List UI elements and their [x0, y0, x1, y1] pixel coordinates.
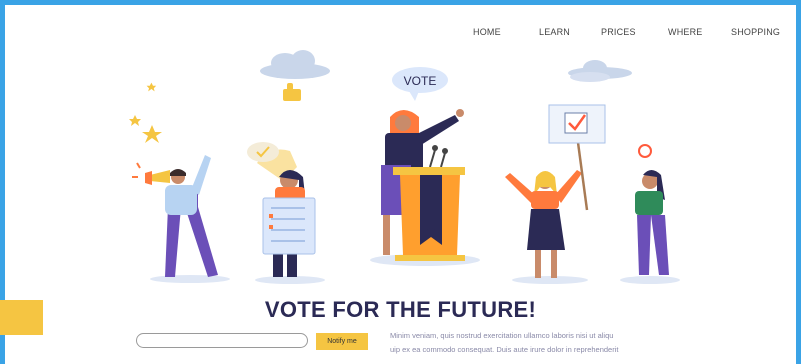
- person-megaphone: [132, 155, 218, 277]
- person-checklist: [247, 142, 316, 277]
- page-title: VOTE FOR THE FUTURE!: [264, 297, 537, 322]
- thumbs-up-icon: [283, 83, 301, 101]
- hero-illustration: VOTE: [129, 50, 680, 284]
- speaker-at-podium: [381, 109, 465, 261]
- vote-speech-bubble: VOTE: [392, 67, 448, 101]
- description-line-1: Minim veniam, quis nostrud exercitation …: [390, 331, 614, 340]
- description-text: Minim veniam, quis nostrud exercitation …: [390, 329, 670, 357]
- cloud-center-icon: [570, 72, 610, 82]
- person-cheering: [505, 170, 582, 278]
- person-green: [635, 144, 669, 275]
- notify-me-button[interactable]: Notify me: [316, 333, 368, 350]
- vote-bubble-text: VOTE: [404, 74, 437, 88]
- landing-page: HOME LEARN PRICES WHERE SHOPPING VOTE VO…: [5, 5, 796, 364]
- description-line-2: uip ex ea commodo consequat. Duis aute i…: [390, 345, 619, 354]
- decorative-yellow-block: [0, 300, 43, 335]
- stars-icon: [129, 82, 162, 143]
- email-input[interactable]: [136, 333, 308, 348]
- cloud-left-icon: [260, 50, 330, 79]
- right-border: [796, 0, 801, 364]
